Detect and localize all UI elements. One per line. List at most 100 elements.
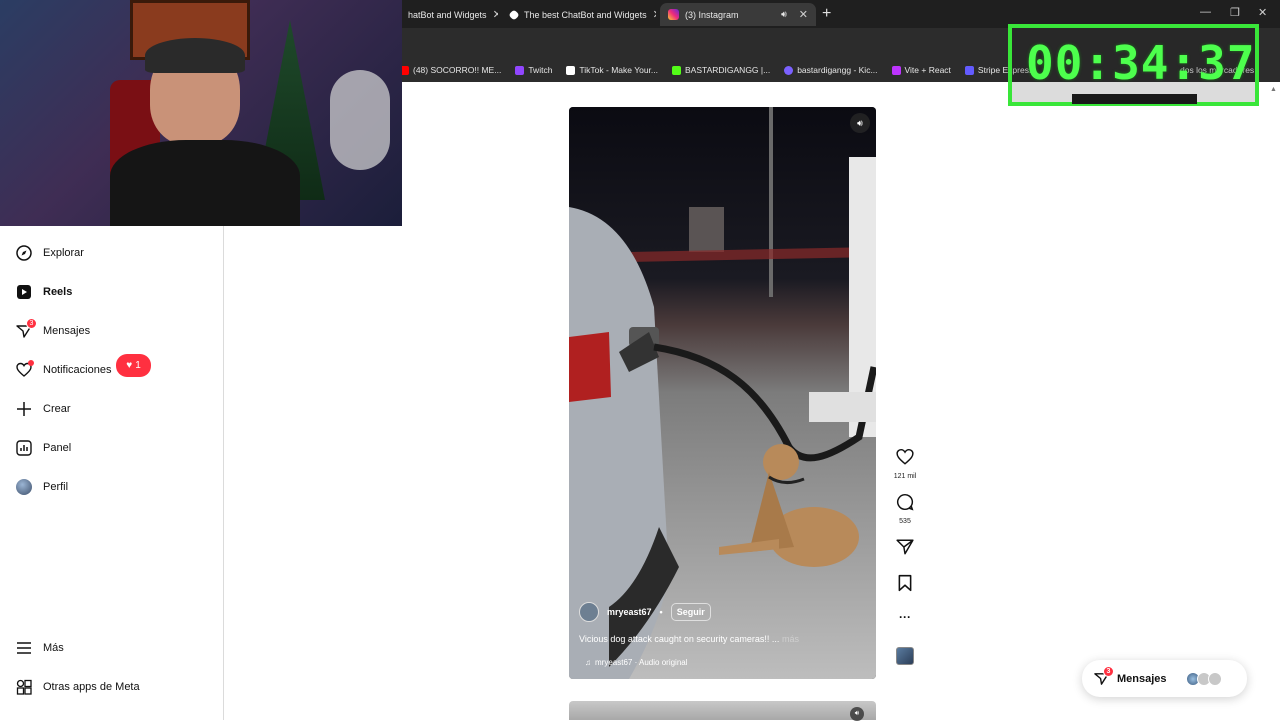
bookmark-item[interactable]: Vite + React: [891, 65, 951, 75]
webcam-overlay: [0, 0, 402, 226]
new-tab-button[interactable]: +: [822, 5, 831, 23]
more-link[interactable]: más: [782, 634, 799, 644]
sidebar-item-label: Otras apps de Meta: [43, 681, 140, 693]
close-window-icon[interactable]: ✕: [1258, 6, 1267, 19]
tiktok-icon: [566, 65, 576, 75]
unread-badge: 3: [26, 318, 37, 329]
tab-title: The best ChatBot and Widgets: [524, 9, 647, 20]
figure-decoration: [330, 70, 390, 170]
bookmark-item[interactable]: Twitch: [515, 65, 552, 75]
reel-info: mryeast67 • Seguir Vicious dog attack ca…: [579, 602, 869, 667]
minimize-icon[interactable]: —: [1200, 6, 1211, 18]
instagram-favicon-icon: [668, 9, 679, 20]
sidebar-item-mensajes[interactable]: 3 Mensajes: [16, 318, 91, 341]
bookmark-item[interactable]: (48) SOCORRO!! ME...: [400, 65, 501, 75]
mute-button[interactable]: 🔊︎: [850, 707, 864, 721]
sidebar-item-label: Reels: [43, 286, 73, 298]
more-options-icon[interactable]: ···: [892, 610, 918, 624]
sidebar-item-label: Perfil: [43, 481, 69, 493]
sidebar-item-label: Panel: [43, 442, 72, 454]
next-reel-preview[interactable]: 🔊︎: [569, 701, 876, 721]
meta-apps-icon: [16, 679, 32, 695]
notification-pill[interactable]: ♥ 1: [116, 354, 151, 377]
reel-avatar[interactable]: [579, 602, 599, 622]
chart-icon: [16, 440, 32, 456]
sidebar-item-label: Más: [43, 642, 64, 654]
browser-tab-2[interactable]: The best ChatBot and Widgets ✕: [502, 3, 656, 26]
comment-button[interactable]: 535: [892, 493, 918, 525]
compass-icon: [16, 245, 32, 261]
like-count: 121 mil: [893, 473, 917, 480]
sidebar-item-panel[interactable]: Panel: [16, 438, 71, 458]
reel-caption: Vicious dog attack caught on security ca…: [579, 634, 869, 644]
heart-icon: [16, 360, 34, 378]
reel-audio[interactable]: ♫ mryeast67 · Audio original: [579, 658, 869, 667]
music-note-icon: ♫: [585, 658, 591, 667]
sidebar-item-meta-apps[interactable]: Otras apps de Meta: [16, 677, 140, 697]
sidebar-item-mas[interactable]: Más: [16, 638, 64, 658]
tab-title: (3) Instagram: [685, 9, 739, 20]
unread-badge: 3: [1103, 666, 1114, 677]
messages-float-button[interactable]: 3 Mensajes: [1082, 660, 1247, 697]
stream-timer: 00:34:37: [1008, 24, 1259, 106]
kick-icon: [672, 65, 682, 75]
menu-icon: [16, 640, 32, 656]
sidebar-item-explorar[interactable]: Explorar: [16, 243, 84, 263]
bookmark-icon: [898, 574, 912, 592]
mute-button[interactable]: 🔊︎: [850, 113, 870, 133]
avatar-stack: [1185, 671, 1222, 686]
like-button[interactable]: 121 mil: [892, 448, 918, 480]
browser-tab-1[interactable]: hatBot and Widgets ✕: [400, 3, 498, 26]
avatar: [1207, 671, 1222, 686]
maximize-icon[interactable]: ❐: [1230, 6, 1240, 19]
shirt: [110, 140, 300, 226]
send-icon: [896, 539, 914, 555]
messenger-icon: 3: [1094, 666, 1114, 686]
reel-username[interactable]: mryeast67: [607, 607, 652, 617]
close-icon[interactable]: ✕: [493, 8, 498, 21]
sidebar-item-label: Mensajes: [43, 325, 91, 337]
plus-icon: [16, 401, 32, 417]
save-button[interactable]: [892, 574, 918, 597]
share-button[interactable]: [892, 538, 918, 561]
timer-text: 00:34:37: [1026, 36, 1256, 90]
close-icon[interactable]: ✕: [653, 8, 656, 21]
avatar-icon: [16, 479, 32, 495]
sidebar-item-label: Notificaciones: [43, 364, 112, 376]
sidebar-item-crear[interactable]: Crear: [16, 399, 71, 419]
comment-icon: [897, 493, 914, 511]
heart-icon: [896, 448, 914, 465]
speaker-icon[interactable]: 🔊︎: [781, 9, 787, 20]
tab-title: hatBot and Widgets: [408, 9, 487, 20]
reel-user-row: mryeast67 • Seguir: [579, 602, 869, 622]
messages-label: Mensajes: [1117, 672, 1167, 685]
messenger-icon: 3: [16, 318, 37, 339]
browser-tab-instagram[interactable]: (3) Instagram 🔊︎ ✕: [660, 3, 816, 26]
timer-decoration: [1072, 94, 1197, 104]
notification-dot: [28, 360, 34, 366]
sidebar-item-reels[interactable]: Reels: [16, 282, 72, 302]
sidebar-item-perfil[interactable]: Perfil: [16, 477, 68, 497]
follow-button[interactable]: Seguir: [670, 603, 711, 621]
heart-filled-icon: ♥: [126, 360, 133, 371]
scroll-up-arrow-icon[interactable]: ▲: [1270, 86, 1277, 93]
reel-video-frame: [569, 107, 876, 679]
audio-thumbnail[interactable]: [896, 647, 914, 665]
close-icon[interactable]: ✕: [799, 8, 808, 21]
separator-dot: •: [659, 607, 663, 617]
bookmark-item[interactable]: BASTARDIGANGG |...: [672, 65, 770, 75]
comment-count: 535: [899, 518, 911, 525]
chatbot-favicon-icon: [508, 8, 520, 21]
sidebar-item-label: Crear: [43, 403, 71, 415]
sidebar-item-notificaciones[interactable]: Notificaciones: [16, 360, 111, 380]
twitch-icon: [515, 65, 525, 75]
bookmark-item[interactable]: TikTok - Make Your...: [566, 65, 658, 75]
reels-icon: [16, 284, 32, 300]
bookmark-item[interactable]: bastardigangg - Kic...: [784, 65, 878, 75]
globe-icon: [784, 65, 794, 75]
vite-icon: [891, 65, 901, 75]
reel-video[interactable]: 🔊︎ mryeast67 • Seguir Vicious dog attack…: [569, 107, 876, 679]
stripe-icon: [964, 65, 974, 75]
sidebar-item-label: Explorar: [43, 247, 84, 259]
audio-label: mryeast67 · Audio original: [595, 658, 688, 667]
